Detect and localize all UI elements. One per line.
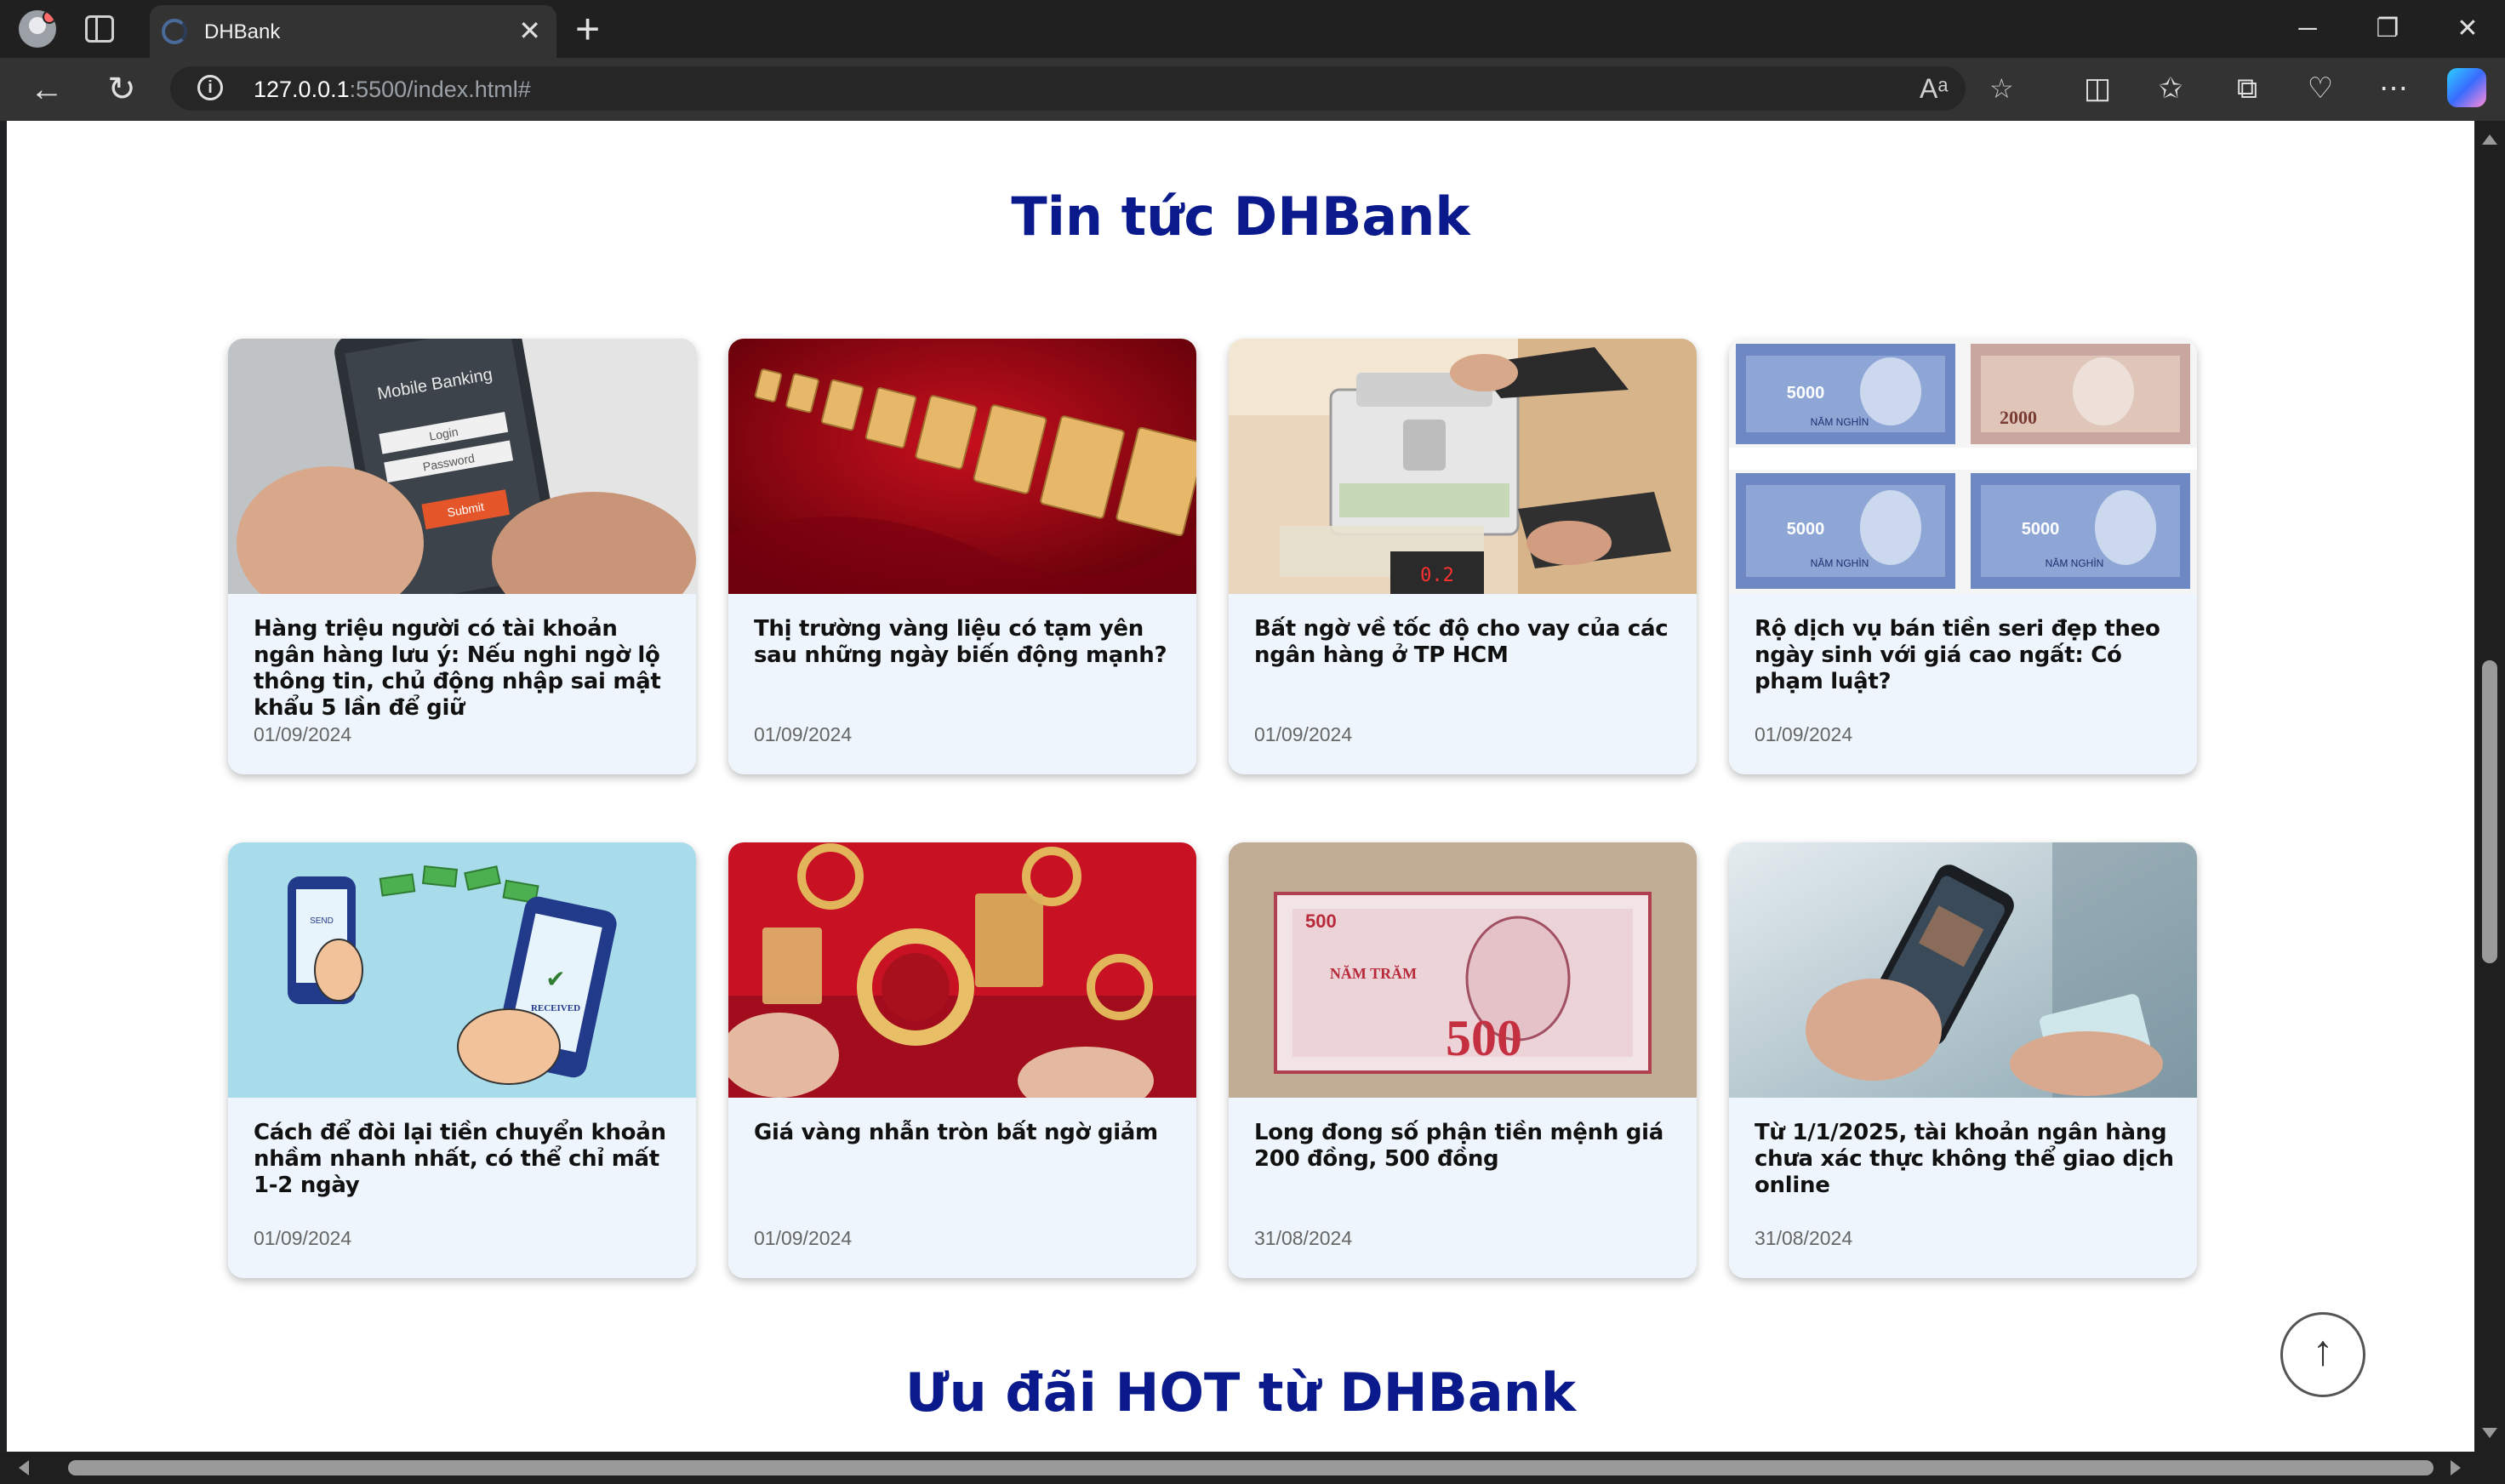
news-date: 01/09/2024 — [1254, 723, 1353, 745]
horizontal-scroll-thumb[interactable] — [68, 1460, 2434, 1475]
restore-button[interactable]: ❐ — [2362, 7, 2413, 51]
news-headline[interactable]: Bất ngờ về tốc độ cho vay của các ngân h… — [1254, 616, 1680, 669]
page-viewport: Tin tức DHBank Mobile Banking Login Pass… — [7, 121, 2474, 1452]
news-card[interactable]: Giá vàng nhẫn tròn bất ngờ giảm 01/09/20… — [728, 842, 1196, 1278]
split-screen-icon[interactable]: ◫ — [2076, 70, 2119, 107]
news-image: SEND ✔ RECEIVED — [228, 842, 696, 1098]
news-image: Mobile Banking Login Password Submit — [228, 339, 696, 594]
promo-heading: Ưu đãi HOT từ DHBank — [904, 1361, 1577, 1424]
horizontal-scrollbar[interactable] — [0, 1452, 2505, 1484]
vertical-scrollbar[interactable] — [2474, 121, 2505, 1452]
svg-text:NĂM TRĂM: NĂM TRĂM — [1330, 964, 1417, 982]
svg-text:500: 500 — [1305, 910, 1337, 932]
svg-text:RECEIVED: RECEIVED — [531, 1003, 580, 1013]
address-toolbar: ← ↻ i 127.0.0.1:5500/index.html# A͏ᵃ ☆ ◫… — [0, 58, 2505, 121]
svg-text:5000: 5000 — [1787, 520, 1825, 539]
browser-tab[interactable]: DHBank ✕ — [150, 5, 556, 58]
browser-essentials-icon[interactable]: ♡ — [2299, 70, 2342, 107]
svg-text:✔: ✔ — [545, 965, 565, 993]
svg-text:NĂM NGHÌN: NĂM NGHÌN — [2046, 556, 2104, 569]
svg-text:5000: 5000 — [1787, 384, 1825, 402]
close-window-button[interactable]: ✕ — [2442, 7, 2493, 51]
news-date: 01/09/2024 — [254, 723, 352, 745]
svg-text:5000: 5000 — [2022, 520, 2060, 539]
more-menu-icon[interactable]: ⋯ — [2372, 70, 2415, 107]
scroll-left-arrow-icon[interactable] — [19, 1460, 29, 1475]
copilot-icon[interactable] — [2447, 68, 2486, 107]
news-card[interactable]: 5000 NĂM NGHÌN 2000 5000 NĂM NGHÌN 5000 … — [1729, 339, 2197, 774]
svg-text:SEND: SEND — [310, 916, 334, 926]
new-tab-button[interactable]: + — [575, 5, 600, 53]
news-image — [728, 842, 1196, 1098]
news-date: 31/08/2024 — [1254, 1227, 1353, 1249]
favorites-icon[interactable]: ✩ — [2149, 70, 2192, 107]
news-date: 01/09/2024 — [254, 1227, 352, 1249]
notification-dot — [43, 10, 56, 24]
news-image: 500 NĂM TRĂM 500 — [1229, 842, 1697, 1098]
back-arrow-icon[interactable]: ← — [26, 68, 68, 111]
tab-bar: DHBank ✕ + ─ ❐ ✕ — [0, 0, 2505, 58]
minimize-button[interactable]: ─ — [2282, 7, 2333, 51]
address-bar[interactable]: i 127.0.0.1:5500/index.html# A͏ᵃ ☆ — [170, 66, 2014, 111]
refresh-icon[interactable]: ↻ — [100, 68, 143, 111]
loading-favicon-icon — [162, 19, 187, 44]
vertical-scroll-thumb[interactable] — [2482, 660, 2497, 963]
news-date: 01/09/2024 — [754, 723, 853, 745]
svg-text:NĂM NGHÌN: NĂM NGHÌN — [1811, 556, 1869, 569]
collections-icon[interactable]: ⧉ — [2226, 70, 2268, 107]
news-image — [728, 339, 1196, 594]
scroll-down-arrow-icon[interactable] — [2482, 1428, 2497, 1438]
news-card[interactable]: Thị trường vàng liệu có tạm yên sau nhữn… — [728, 339, 1196, 774]
news-headline[interactable]: Cách để đòi lại tiền chuyển khoản nhầm n… — [254, 1120, 679, 1199]
tab-title: DHBank — [204, 20, 281, 43]
news-headline[interactable]: Giá vàng nhẫn tròn bất ngờ giảm — [754, 1120, 1179, 1146]
scroll-right-arrow-icon[interactable] — [2451, 1460, 2461, 1475]
news-image — [1729, 842, 2197, 1098]
svg-text:NĂM NGHÌN: NĂM NGHÌN — [1811, 415, 1869, 428]
favorite-star-icon[interactable]: ☆ — [1989, 73, 2014, 104]
news-headline[interactable]: Long đong số phận tiền mệnh giá 200 đồng… — [1254, 1120, 1680, 1173]
svg-text:0.2: 0.2 — [1420, 565, 1454, 586]
news-image: 0.2 — [1229, 339, 1697, 594]
read-aloud-icon[interactable]: A͏ᵃ — [1920, 73, 1948, 104]
svg-text:500: 500 — [1446, 1010, 1522, 1066]
news-headline[interactable]: Rộ dịch vụ bán tiền seri đẹp theo ngày s… — [1755, 616, 2180, 695]
url-text[interactable]: 127.0.0.1:5500/index.html# — [254, 77, 531, 103]
news-headline[interactable]: Từ 1/1/2025, tài khoản ngân hàng chưa xá… — [1755, 1120, 2180, 1199]
news-headline[interactable]: Thị trường vàng liệu có tạm yên sau nhữn… — [754, 616, 1179, 669]
news-headline[interactable]: Hàng triệu người có tài khoản ngân hàng … — [254, 616, 679, 722]
news-image: 5000 NĂM NGHÌN 2000 5000 NĂM NGHÌN 5000 … — [1729, 339, 2197, 594]
svg-text:2000: 2000 — [2000, 407, 2037, 428]
news-date: 01/09/2024 — [1755, 723, 1853, 745]
close-tab-icon[interactable]: ✕ — [518, 15, 541, 46]
news-date: 01/09/2024 — [754, 1227, 853, 1249]
scroll-up-arrow-icon[interactable] — [2482, 134, 2497, 145]
news-card[interactable]: 500 NĂM TRĂM 500 Long đong số phận tiền … — [1229, 842, 1697, 1278]
news-card[interactable]: 0.2 Bất ngờ về tốc độ cho vay của các ng… — [1229, 339, 1697, 774]
news-card[interactable]: Mobile Banking Login Password Submit Hàn… — [228, 339, 696, 774]
profile-avatar[interactable] — [19, 10, 56, 48]
news-card[interactable]: SEND ✔ RECEIVED Cách để đòi lại tiền chu… — [228, 842, 696, 1278]
site-info-icon[interactable]: i — [197, 75, 223, 100]
news-heading: Tin tức DHBank — [1011, 186, 1470, 248]
tab-actions-icon[interactable] — [85, 15, 114, 43]
news-date: 31/08/2024 — [1755, 1227, 1853, 1249]
news-card[interactable]: Từ 1/1/2025, tài khoản ngân hàng chưa xá… — [1729, 842, 2197, 1278]
